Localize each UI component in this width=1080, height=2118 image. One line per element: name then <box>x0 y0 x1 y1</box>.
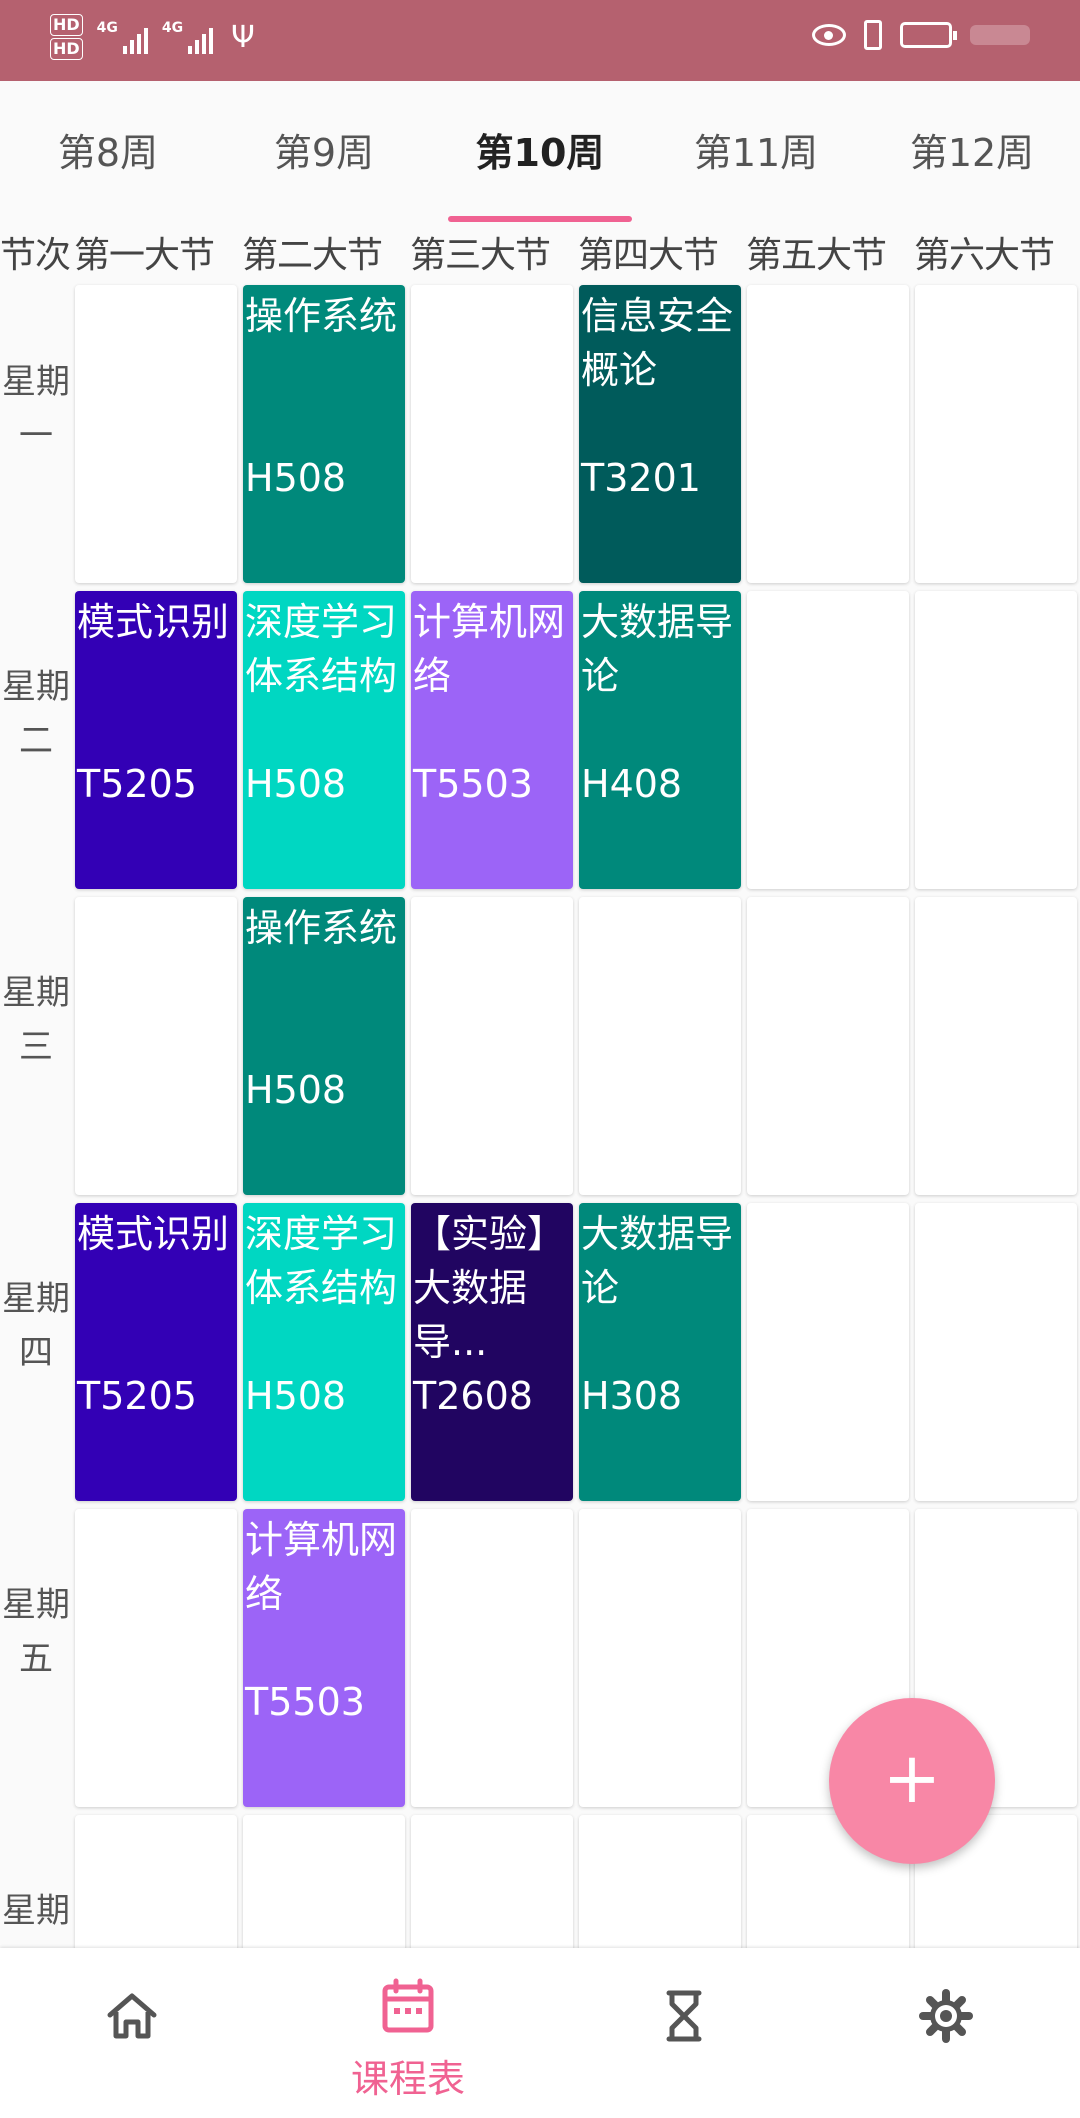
day-label-mon: 星期一 <box>2 362 70 456</box>
course-card[interactable]: 模式识别 T5205 <box>75 1203 237 1501</box>
course-room: T5205 <box>77 762 197 806</box>
signal-1-icon: 4G <box>97 20 148 54</box>
home-icon <box>107 1993 157 2039</box>
course-name: 操作系统 <box>245 906 398 950</box>
status-bar: HD HD 4G 4G Ψ <box>0 0 1080 81</box>
bottom-nav: 课程表 <box>0 1948 1080 2118</box>
empty-slot[interactable] <box>915 285 1077 583</box>
vibrate-icon <box>864 20 882 50</box>
hd-indicators: HD HD <box>50 14 83 60</box>
course-card[interactable]: 深度学习体系结构 H508 <box>243 1203 405 1501</box>
course-card[interactable]: 信息安全概论 T3201 <box>579 285 741 583</box>
hourglass-icon <box>666 1990 702 2042</box>
course-room: T2608 <box>413 1374 533 1418</box>
empty-slot[interactable] <box>75 897 237 1195</box>
course-card[interactable]: 大数据导论 H308 <box>579 1203 741 1501</box>
nav-timer[interactable] <box>584 1948 784 2118</box>
week-tabs: 第8周 第9周 第10周 第11周 第12周 <box>0 81 1080 226</box>
tab-week-12[interactable]: 第12周 <box>864 81 1080 226</box>
empty-slot[interactable] <box>747 591 909 889</box>
course-card[interactable]: 操作系统 H508 <box>243 285 405 583</box>
course-room: H408 <box>581 762 683 806</box>
period-header-2: 第二大节 <box>242 235 383 276</box>
course-name: 模式识别 <box>77 600 230 644</box>
course-card[interactable]: 大数据导论 H408 <box>579 591 741 889</box>
course-name: 计算机网络 <box>413 600 566 698</box>
tab-week-9[interactable]: 第9周 <box>216 81 432 226</box>
tab-week-11[interactable]: 第11周 <box>648 81 864 226</box>
course-card[interactable]: 计算机网络 T5503 <box>243 1509 405 1807</box>
course-card[interactable]: 计算机网络 T5503 <box>411 591 573 889</box>
day-label-sat: 星期 <box>2 1891 70 1931</box>
empty-slot[interactable] <box>75 285 237 583</box>
course-card[interactable]: 深度学习体系结构 H508 <box>243 591 405 889</box>
course-room: T3201 <box>581 456 701 500</box>
nav-schedule-label: 课程表 <box>350 2057 465 2101</box>
course-room: H508 <box>245 1068 347 1112</box>
period-header-3: 第三大节 <box>410 235 551 276</box>
empty-slot[interactable] <box>747 1203 909 1501</box>
tab-week-10[interactable]: 第10周 <box>432 81 648 226</box>
course-name: 计算机网络 <box>245 1518 398 1616</box>
course-room: T5205 <box>77 1374 197 1418</box>
course-name: 深度学习体系结构 <box>245 1212 398 1310</box>
period-header-4: 第四大节 <box>578 235 719 276</box>
status-left: HD HD 4G 4G Ψ <box>50 14 255 60</box>
empty-slot[interactable] <box>411 1509 573 1807</box>
course-room: T5503 <box>245 1680 365 1724</box>
course-card[interactable]: 【实验】大数据导... T2608 <box>411 1203 573 1501</box>
period-header-1: 第一大节 <box>74 235 215 276</box>
battery-icon <box>900 22 957 48</box>
course-room: T5503 <box>413 762 533 806</box>
empty-slot[interactable] <box>915 897 1077 1195</box>
network-1-label: 4G <box>96 20 118 36</box>
nav-schedule[interactable]: 课程表 <box>308 1948 508 2118</box>
eye-comfort-icon <box>812 24 846 46</box>
empty-slot[interactable] <box>747 897 909 1195</box>
hd-badge-1: HD <box>50 14 83 36</box>
gear-icon <box>919 1989 973 2043</box>
status-right <box>812 20 1030 50</box>
obscured-clock <box>970 25 1030 45</box>
course-name: 大数据导论 <box>581 600 734 698</box>
day-label-wed: 星期三 <box>2 973 70 1067</box>
hd-badge-2: HD <box>50 38 83 60</box>
day-label-thu: 星期四 <box>2 1279 70 1373</box>
day-label-tue: 星期二 <box>2 667 70 761</box>
course-room: H308 <box>581 1374 683 1418</box>
nav-settings[interactable] <box>846 1948 1046 2118</box>
empty-slot[interactable] <box>747 285 909 583</box>
usb-icon: Ψ <box>231 19 255 55</box>
course-room: H508 <box>245 1374 347 1418</box>
day-label-fri: 星期五 <box>2 1585 70 1679</box>
empty-slot[interactable] <box>579 1509 741 1807</box>
empty-slot[interactable] <box>411 285 573 583</box>
add-course-button[interactable]: + <box>829 1698 995 1864</box>
empty-slot[interactable] <box>411 897 573 1195</box>
course-name: 操作系统 <box>245 294 398 338</box>
course-name: 信息安全概论 <box>581 294 734 392</box>
tab-week-8[interactable]: 第8周 <box>0 81 216 226</box>
empty-slot[interactable] <box>915 1203 1077 1501</box>
empty-slot[interactable] <box>915 591 1077 889</box>
course-name: 深度学习体系结构 <box>245 600 398 698</box>
periods-corner: 节次 <box>0 235 71 276</box>
course-room: H508 <box>245 456 347 500</box>
signal-2-icon: 4G <box>161 20 214 54</box>
course-name: 模式识别 <box>77 1212 230 1256</box>
nav-home[interactable] <box>32 1948 232 2118</box>
period-header-5: 第五大节 <box>746 235 887 276</box>
empty-slot[interactable] <box>75 1509 237 1807</box>
period-header-6: 第六大节 <box>914 235 1055 276</box>
course-card[interactable]: 模式识别 T5205 <box>75 591 237 889</box>
course-card[interactable]: 操作系统 H508 <box>243 897 405 1195</box>
calendar-icon <box>382 1978 434 2033</box>
course-room: H508 <box>245 762 347 806</box>
empty-slot[interactable] <box>579 897 741 1195</box>
course-name: 【实验】大数据导... <box>413 1212 566 1364</box>
network-2-label: 4G <box>161 20 184 36</box>
course-name: 大数据导论 <box>581 1212 734 1310</box>
